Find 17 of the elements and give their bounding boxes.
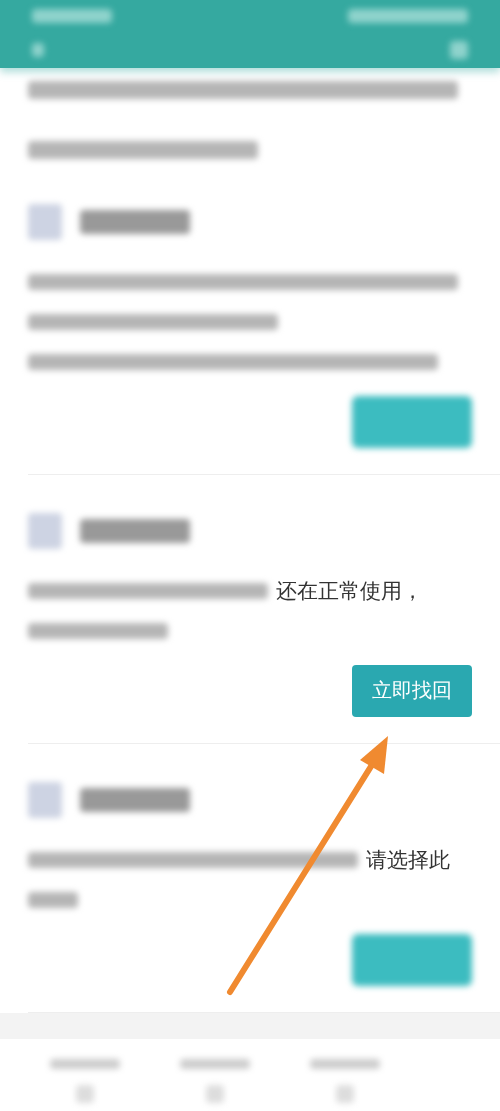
blurred-icon[interactable] — [206, 1085, 224, 1104]
description-text: 请选择此 — [366, 846, 450, 874]
blurred-icon — [28, 203, 62, 240]
blurred-button[interactable] — [352, 933, 472, 986]
blurred-text — [28, 891, 78, 908]
blurred-icon[interactable] — [450, 40, 468, 59]
blurred-text — [180, 1059, 250, 1070]
blurred-icon[interactable] — [76, 1085, 94, 1104]
description-text: 还在正常使用， — [276, 577, 423, 605]
blurred-button[interactable] — [352, 395, 472, 448]
blurred-icon[interactable] — [336, 1085, 354, 1104]
blurred-icon[interactable] — [32, 42, 44, 57]
blurred-icon — [28, 781, 62, 818]
retrieve-button[interactable]: 立即找回 — [352, 664, 472, 717]
blurred-text — [50, 1059, 120, 1070]
blurred-text — [310, 1059, 380, 1070]
blurred-icon — [28, 512, 62, 549]
